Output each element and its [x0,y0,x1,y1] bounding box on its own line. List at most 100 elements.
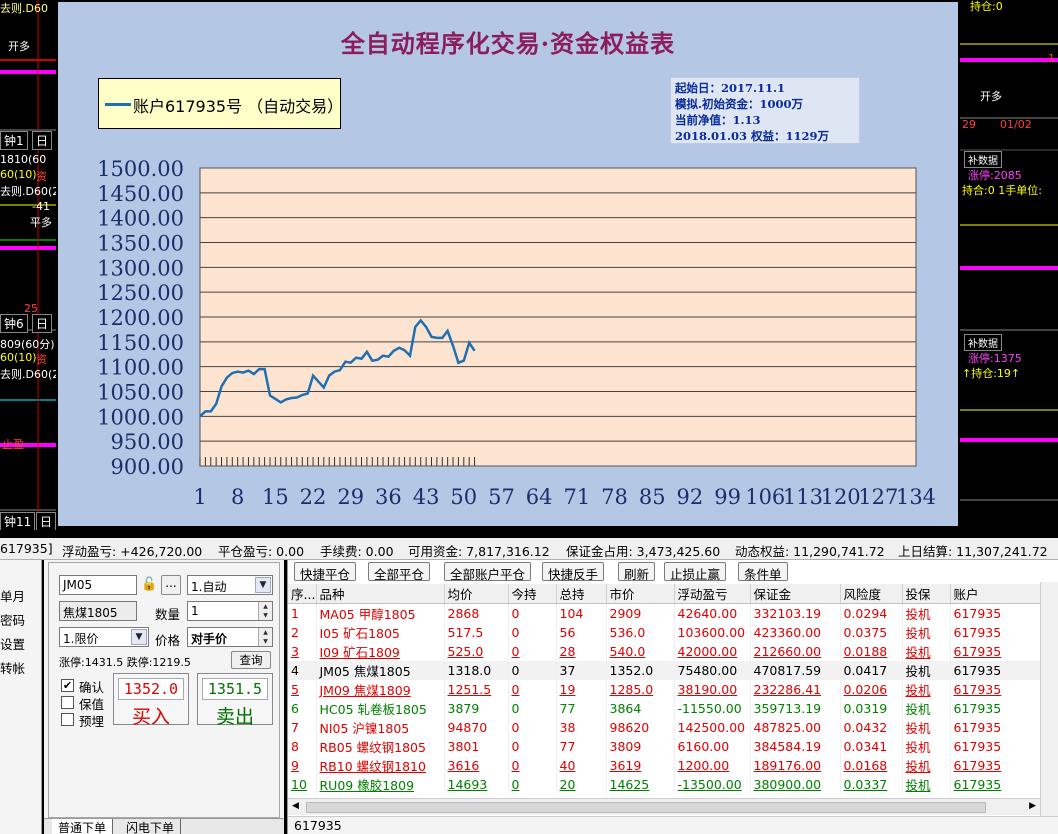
spin-arrows-icon[interactable]: ▲ ▼ [258,602,272,620]
cell-hedge: 投机 [902,661,951,680]
table-row[interactable]: 5 JM09 焦煤1809 1251.5 0 19 1285.0 38190.00 23228… [288,680,1041,699]
bg-text-7: 去则.D60(2 [0,185,56,198]
conditional-order-button[interactable]: 条件单 [738,562,788,582]
table-row[interactable]: 9 RB10 螺纹钢1810 3616 0 40 3619 1200.00 189176.00… [288,756,1041,775]
scrollbar-thumb[interactable] [306,802,986,813]
spin-arrows-icon[interactable]: ▲ ▼ [258,628,272,646]
x-tick-label: 134 [896,485,936,509]
menu-item-monthly[interactable]: 单月 [0,586,25,605]
cell-avg-price: 3879 [444,699,509,718]
close-all-button[interactable]: 全部平仓 [368,562,431,582]
cell-risk: 0.0341 [840,737,903,756]
cell-total-pos: 56 [556,623,607,642]
cell-index: 4 [288,661,317,680]
table-row[interactable]: 6 HC05 轧卷板1805 3879 0 77 3864 -11550.00 359713.… [288,699,1041,718]
sell-label: 卖出 [215,706,254,728]
bg-right-text-6: 涨停:2085 [968,169,1022,182]
hedge-checkbox[interactable] [61,696,74,709]
table-row[interactable]: 4 JM05 焦煤1805 1318.0 0 37 1352.0 75480.00 47081… [288,661,1041,680]
cell-hedge: 投机 [902,680,951,699]
cell-market-price: 536.0 [606,623,675,642]
col-header-account[interactable]: 账户 [950,584,1041,604]
refresh-button[interactable]: 刷新 [618,562,656,582]
cell-float-pl: 6160.00 [674,737,751,756]
x-tick-label: 64 [526,485,553,509]
scroll-left-icon[interactable]: ◀ [292,801,299,811]
price-value: 对手价 [191,632,228,646]
stop-loss-profit-button[interactable]: 止损止赢 [664,562,727,582]
preset-checkbox[interactable] [61,713,74,726]
price-type-select[interactable]: 1.限价 ▼ [59,627,149,647]
cell-margin: 189176.00 [750,756,841,775]
cell-float-pl: 38190.00 [674,680,751,699]
preset-label: 预埋 [79,714,105,729]
left-function-menu: 单月 密码 设置 转帐 [0,560,42,834]
status-close-pl: 平仓盈亏: 0.00 [218,544,305,559]
lock-icon[interactable]: 🔓 [141,577,157,593]
col-header-risk[interactable]: 风险度 [840,584,903,604]
scroll-right-icon[interactable]: ▶ [1029,801,1036,811]
contract-code-input[interactable]: JM05 [59,575,137,595]
col-header-index[interactable]: 序... [288,584,317,604]
cell-margin: 212660.00 [750,642,841,661]
col-header-market-price[interactable]: 市价 [606,584,675,604]
menu-item-password[interactable]: 密码 [0,610,25,629]
quick-reverse-button[interactable]: 快捷反手 [542,562,605,582]
col-header-margin[interactable]: 保证金 [750,584,841,604]
cell-contract: RB10 螺纹钢1810 [316,756,445,775]
menu-item-settings[interactable]: 设置 [0,634,25,653]
order-mode-select[interactable]: 1.自动 ▼ [187,575,273,595]
cell-margin: 380900.00 [750,775,841,794]
bg-text-3: 日 [32,131,53,150]
x-tick-label: 113 [783,485,823,509]
cell-market-price: 3619 [606,756,675,775]
col-header-hedge[interactable]: 投保 [902,584,951,604]
vertical-scrollbar[interactable] [1040,582,1058,816]
col-header-today-pos[interactable]: 今持 [508,584,557,604]
cell-float-pl: 42640.00 [674,603,751,623]
confirm-checkbox[interactable]: ✔ [61,679,74,692]
col-header-float-pl[interactable]: 浮动盈亏 [674,584,751,604]
contract-browse-button[interactable]: ... [161,575,181,595]
x-tick-label: 15 [262,485,289,509]
sell-button[interactable]: 1351.5 卖出 [197,673,273,728]
tab-normal-order[interactable]: 普通下单 [52,819,114,834]
cell-today-pos: 0 [508,699,557,718]
price-input[interactable]: 对手价 ▲ ▼ [187,627,273,647]
table-row[interactable]: 10 RU09 橡胶1809 14693 0 20 14625 -13500.00 38090… [288,775,1041,794]
col-header-contract[interactable]: 品种 [316,584,445,604]
status-available: 可用资金: 7,817,316.12 [408,544,550,559]
cell-hedge: 投机 [902,603,951,623]
quantity-stepper[interactable]: 1 ▲ ▼ [187,601,273,621]
footer-account[interactable]: 617935 [294,818,342,833]
quick-close-button[interactable]: 快捷平仓 [294,562,357,582]
tab-flash-order[interactable]: 闪电下单 [120,819,182,834]
table-row[interactable]: 1 MA05 甲醇1805 2868 0 104 2909 42640.00 332103.1… [288,603,1041,623]
menu-item-transfer[interactable]: 转帐 [0,658,25,677]
bg-text-19: 日 [36,512,56,530]
table-row[interactable]: 3 I09 矿石1809 525.0 0 28 540.0 42000.00 212660.0… [288,642,1041,661]
cell-account: 617935 [950,680,1041,699]
query-button[interactable]: 查询 [231,651,271,669]
status-prev-settlement: 上日结算: 11,307,241.72 [898,544,1048,559]
cell-risk: 0.0168 [840,756,903,775]
chevron-down-icon[interactable]: ▼ [255,577,271,593]
table-row[interactable]: 7 NI05 沪镍1805 94870 0 38 98620 142500.00 487825… [288,718,1041,737]
cell-risk: 0.0375 [840,623,903,642]
cell-risk: 0.0417 [840,661,903,680]
close-all-accounts-button[interactable]: 全部账户平仓 [444,562,532,582]
cell-risk: 0.0337 [840,775,903,794]
table-row[interactable]: 8 RB05 螺纹钢1805 3801 0 77 3809 6160.00 384584.19… [288,737,1041,756]
buy-button[interactable]: 1352.0 买入 [113,673,189,728]
y-tick-label: 1300.00 [97,256,184,280]
cell-account: 617935 [950,623,1041,642]
chevron-down-icon[interactable]: ▼ [131,629,147,645]
bg-text-18: 钟11 [0,512,36,530]
col-header-total-pos[interactable]: 总持 [556,584,607,604]
quantity-value: 1 [191,604,199,618]
y-tick-label: 1250.00 [97,281,184,305]
horizontal-scrollbar[interactable]: ◀ ▶ [288,798,1040,815]
x-tick-label: 106 [745,485,785,509]
col-header-avg-price[interactable]: 均价 [444,584,509,604]
table-row[interactable]: 2 I05 矿石1805 517.5 0 56 536.0 103600.00 423360.… [288,623,1041,642]
